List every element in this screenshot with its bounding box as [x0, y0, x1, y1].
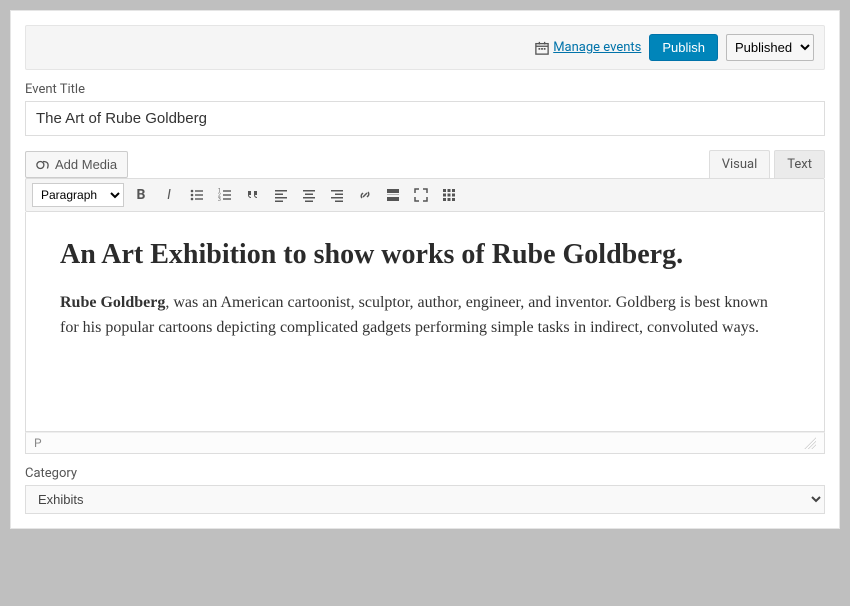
fullscreen-button[interactable]: [410, 184, 432, 206]
insert-more-button[interactable]: [382, 184, 404, 206]
add-media-button[interactable]: Add Media: [25, 151, 128, 178]
add-media-label: Add Media: [55, 157, 117, 172]
editor-panel: Manage events Publish Published Event Ti…: [10, 10, 840, 529]
align-right-button[interactable]: [326, 184, 348, 206]
editor-path-bar: P: [25, 432, 825, 454]
toolbar-toggle-button[interactable]: [438, 184, 460, 206]
top-toolbar: Manage events Publish Published: [25, 25, 825, 70]
blockquote-button[interactable]: [242, 184, 264, 206]
editor-content[interactable]: An Art Exhibition to show works of Rube …: [25, 212, 825, 432]
tab-visual[interactable]: Visual: [709, 150, 771, 178]
media-icon: [36, 158, 50, 172]
calendar-icon: [535, 41, 549, 55]
manage-events-link[interactable]: Manage events: [535, 40, 641, 55]
link-button[interactable]: [354, 184, 376, 206]
bold-button[interactable]: B: [130, 184, 152, 206]
italic-button[interactable]: I: [158, 184, 180, 206]
svg-text:3: 3: [218, 197, 221, 203]
content-paragraph: Rube Goldberg, was an American cartoonis…: [60, 290, 790, 341]
content-bold: Rube Goldberg: [60, 294, 165, 311]
tab-text[interactable]: Text: [774, 150, 825, 178]
element-path: P: [34, 436, 42, 450]
align-center-button[interactable]: [298, 184, 320, 206]
numbered-list-button[interactable]: 123: [214, 184, 236, 206]
publish-button[interactable]: Publish: [649, 34, 718, 61]
category-label: Category: [25, 466, 825, 481]
event-title-label: Event Title: [25, 82, 825, 97]
event-title-input[interactable]: [25, 101, 825, 136]
editor-tabs: Visual Text: [709, 150, 825, 178]
status-select[interactable]: Published: [726, 34, 814, 61]
bullet-list-button[interactable]: [186, 184, 208, 206]
manage-events-label: Manage events: [553, 40, 641, 55]
editor-toolbar: Paragraph B I 123: [25, 178, 825, 212]
content-text: , was an American cartoonist, sculptor, …: [60, 294, 768, 337]
align-left-button[interactable]: [270, 184, 292, 206]
content-heading: An Art Exhibition to show works of Rube …: [60, 238, 790, 272]
format-select[interactable]: Paragraph: [32, 183, 124, 207]
resize-handle-icon[interactable]: [804, 437, 816, 449]
category-select[interactable]: Exhibits: [25, 485, 825, 514]
editor-top-row: Add Media Visual Text: [25, 150, 825, 178]
